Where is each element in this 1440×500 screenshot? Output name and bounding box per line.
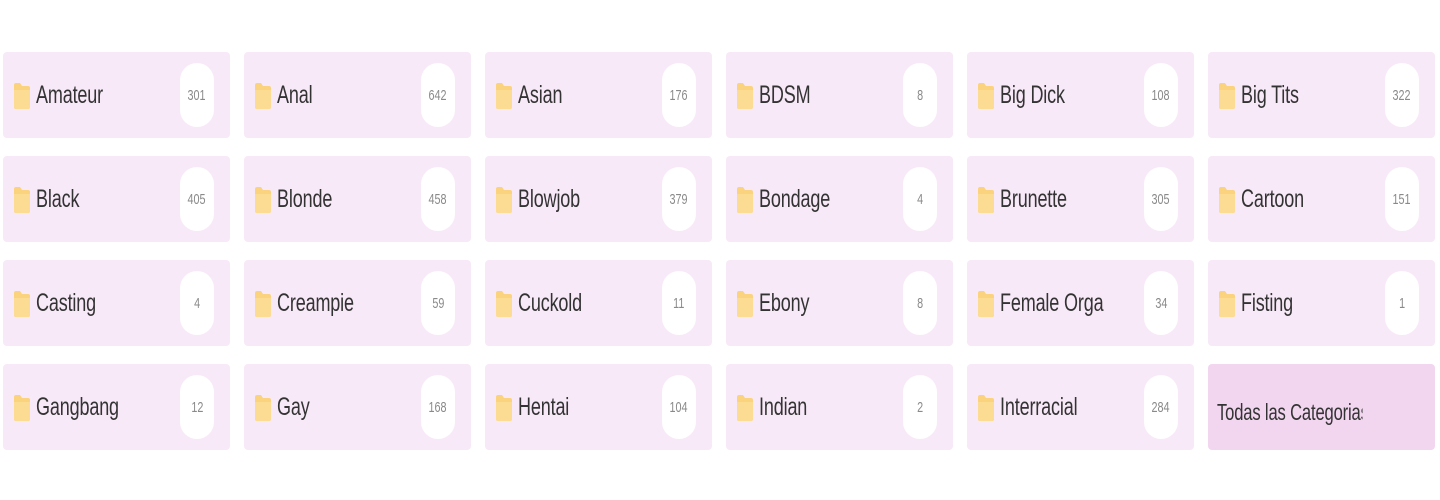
category-tile-anal[interactable]: Anal 642: [244, 52, 471, 138]
category-count: 642: [421, 63, 455, 127]
category-count: 11: [662, 271, 696, 335]
folder-icon: [978, 395, 994, 421]
category-count: 305: [1144, 167, 1178, 231]
category-tile-big-tits[interactable]: Big Tits 322: [1208, 52, 1435, 138]
category-tile-asian[interactable]: Asian 176: [485, 52, 712, 138]
folder-icon: [978, 83, 994, 109]
category-count: 4: [903, 167, 937, 231]
category-label: Indian: [759, 392, 808, 421]
category-label: Anal: [277, 80, 313, 109]
category-label: Cuckold: [518, 288, 583, 317]
category-count: 151: [1385, 167, 1419, 231]
category-count: 176: [662, 63, 696, 127]
category-count: 168: [421, 375, 455, 439]
folder-icon: [255, 187, 271, 213]
category-label: Gangbang: [36, 392, 119, 421]
category-tile-ebony[interactable]: Ebony 8: [726, 260, 953, 346]
category-tile-indian[interactable]: Indian 2: [726, 364, 953, 450]
category-tile-female-orgasm[interactable]: Female Orgasm 34: [967, 260, 1194, 346]
category-count: 59: [421, 271, 455, 335]
all-categories-label: Todas las Categorias: [1217, 398, 1363, 425]
category-count: 301: [180, 63, 214, 127]
category-label: BDSM: [759, 80, 811, 109]
category-tile-interracial[interactable]: Interracial 284: [967, 364, 1194, 450]
folder-icon: [1219, 291, 1235, 317]
folder-icon: [978, 291, 994, 317]
category-label: Gay: [277, 392, 310, 421]
category-tile-hentai[interactable]: Hentai 104: [485, 364, 712, 450]
category-count: 8: [903, 271, 937, 335]
category-label: Cartoon: [1241, 184, 1305, 213]
category-tile-casting[interactable]: Casting 4: [3, 260, 230, 346]
folder-icon: [255, 83, 271, 109]
folder-icon: [1219, 187, 1235, 213]
category-label: Interracial: [1000, 392, 1078, 421]
category-count: 458: [421, 167, 455, 231]
category-tile-creampie[interactable]: Creampie 59: [244, 260, 471, 346]
category-tile-gay[interactable]: Gay 168: [244, 364, 471, 450]
category-label: Creampie: [277, 288, 354, 317]
folder-icon: [496, 83, 512, 109]
category-label: Ebony: [759, 288, 810, 317]
category-count: 2: [903, 375, 937, 439]
folder-icon: [978, 187, 994, 213]
category-count: 12: [180, 375, 214, 439]
category-label: Blowjob: [518, 184, 581, 213]
category-count: 4: [180, 271, 214, 335]
folder-icon: [737, 291, 753, 317]
category-label: Blonde: [277, 184, 333, 213]
folder-icon: [14, 83, 30, 109]
category-count: 284: [1144, 375, 1178, 439]
category-tile-blonde[interactable]: Blonde 458: [244, 156, 471, 242]
folder-icon: [1219, 83, 1235, 109]
category-count: 379: [662, 167, 696, 231]
category-tile-amateur[interactable]: Amateur 301: [3, 52, 230, 138]
category-grid: Amateur 301 Anal 642 Asian 176 BDSM 8 Bi…: [3, 52, 1437, 450]
folder-icon: [14, 187, 30, 213]
folder-icon: [255, 291, 271, 317]
category-tile-big-dick[interactable]: Big Dick 108: [967, 52, 1194, 138]
category-count: 34: [1144, 271, 1178, 335]
category-label: Hentai: [518, 392, 570, 421]
folder-icon: [14, 291, 30, 317]
category-label: Fisting: [1241, 288, 1294, 317]
category-label: Black: [36, 184, 80, 213]
folder-icon: [737, 395, 753, 421]
category-label: Brunette: [1000, 184, 1067, 213]
category-label: Big Tits: [1241, 80, 1299, 109]
category-label: Asian: [518, 80, 563, 109]
category-tile-cartoon[interactable]: Cartoon 151: [1208, 156, 1435, 242]
folder-icon: [737, 187, 753, 213]
category-tile-blowjob[interactable]: Blowjob 379: [485, 156, 712, 242]
category-count: 405: [180, 167, 214, 231]
category-count: 104: [662, 375, 696, 439]
folder-icon: [496, 291, 512, 317]
category-label: Bondage: [759, 184, 831, 213]
category-label: Big Dick: [1000, 80, 1065, 109]
category-tile-cuckold[interactable]: Cuckold 11: [485, 260, 712, 346]
category-label: Female Orgasm: [1000, 288, 1104, 317]
folder-icon: [737, 83, 753, 109]
folder-icon: [496, 187, 512, 213]
category-count: 1: [1385, 271, 1419, 335]
category-label: Casting: [36, 288, 97, 317]
category-count: 322: [1385, 63, 1419, 127]
category-count: 8: [903, 63, 937, 127]
category-label: Amateur: [36, 80, 104, 109]
folder-icon: [496, 395, 512, 421]
category-tile-fisting[interactable]: Fisting 1: [1208, 260, 1435, 346]
category-tile-gangbang[interactable]: Gangbang 12: [3, 364, 230, 450]
category-tile-bondage[interactable]: Bondage 4: [726, 156, 953, 242]
category-tile-brunette[interactable]: Brunette 305: [967, 156, 1194, 242]
folder-icon: [255, 395, 271, 421]
category-count: 108: [1144, 63, 1178, 127]
category-tile-bdsm[interactable]: BDSM 8: [726, 52, 953, 138]
folder-icon: [14, 395, 30, 421]
category-tile-black[interactable]: Black 405: [3, 156, 230, 242]
all-categories-button[interactable]: Todas las Categorias: [1208, 364, 1435, 450]
